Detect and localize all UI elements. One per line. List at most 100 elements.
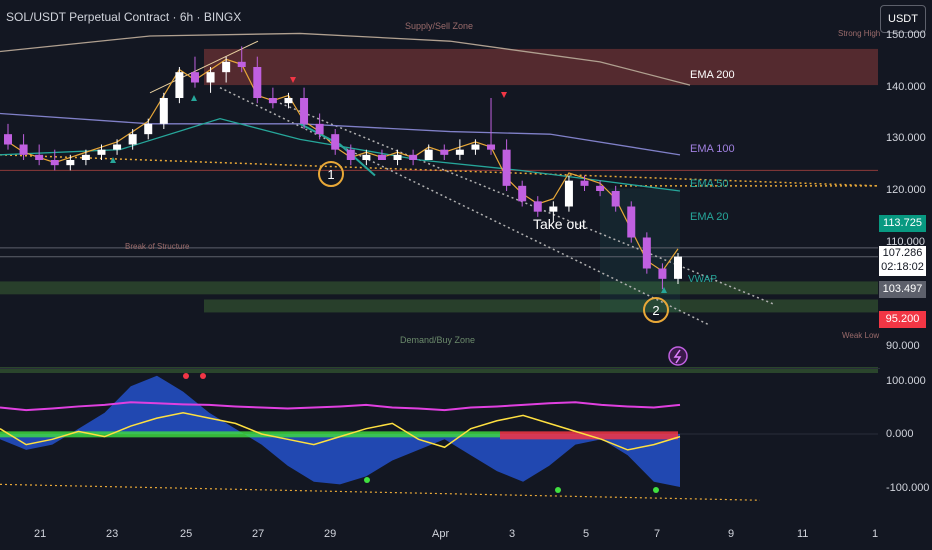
candle-body <box>175 72 184 98</box>
ema200-label: EMA 200 <box>690 69 735 81</box>
candle-body <box>253 67 262 98</box>
candle-body <box>409 154 418 160</box>
y-tick: 90.000 <box>886 340 920 352</box>
osc-tick: -100.000 <box>886 482 930 494</box>
x-tick: 23 <box>106 528 119 540</box>
ema100-line <box>0 112 681 156</box>
osc-dot-0 <box>183 373 189 379</box>
candle-body <box>50 160 59 166</box>
candle-body <box>4 134 12 145</box>
candle-body <box>471 144 480 150</box>
signal-arrow-2 <box>110 157 116 163</box>
candle-body <box>627 206 636 238</box>
price-chart[interactable]: 12 <box>0 0 932 550</box>
osc-tick: 100.000 <box>886 375 926 387</box>
candle-body <box>440 149 449 155</box>
ema20-line <box>7 58 679 272</box>
low-price-box: 95.200 <box>879 311 926 328</box>
x-tick: 11 <box>797 528 809 540</box>
candle-body <box>533 201 542 212</box>
candle-body <box>658 268 667 279</box>
ema20-price-box: 113.725 <box>879 215 926 232</box>
vwap-label: VWAP <box>688 274 718 285</box>
candle-body <box>549 206 558 212</box>
strong-high-label: Strong High <box>838 29 881 38</box>
osc-magenta-line <box>0 401 681 412</box>
demand-zone-label: Demand/Buy Zone <box>400 335 476 345</box>
candle-body <box>455 149 464 155</box>
candle-body <box>19 144 28 155</box>
chart-title: SOL/USDT Perpetual Contract · 6h · BINGX <box>6 10 242 24</box>
candle-body <box>424 149 433 160</box>
demand-zone-lower <box>204 299 878 313</box>
point-2-label: 2 <box>652 303 659 318</box>
bos-label: Break of Structure <box>125 242 190 251</box>
candle-body <box>284 98 293 104</box>
candle-body <box>206 72 215 83</box>
candle-body <box>487 144 496 150</box>
y-tick: 140.000 <box>886 81 926 93</box>
candle-body <box>237 61 246 67</box>
candle-body <box>518 185 527 202</box>
x-tick: 9 <box>728 528 735 540</box>
osc-dot-4 <box>653 487 659 493</box>
ema100-label: EMA 100 <box>690 143 735 155</box>
y-tick: 120.000 <box>886 184 926 196</box>
candle-body <box>377 154 386 160</box>
osc-dot-1 <box>200 373 206 379</box>
x-tick: 27 <box>252 528 265 540</box>
signal-arrow-1 <box>501 92 507 98</box>
weak-low-label: Weak Low <box>842 331 880 340</box>
candle-body <box>113 144 122 150</box>
candle-body <box>331 134 340 150</box>
current-price: 107.286 <box>882 247 923 259</box>
countdown: 02:18:02 <box>881 261 924 273</box>
x-tick: 5 <box>583 528 590 540</box>
candle-body <box>611 191 620 207</box>
candle-body <box>97 149 106 155</box>
osc-tick: 0.000 <box>886 428 914 440</box>
supply-zone-label: Supply/Sell Zone <box>405 21 474 31</box>
range-box <box>600 188 680 313</box>
candle-body <box>66 160 75 166</box>
x-tick: 29 <box>324 528 337 540</box>
osc-dot-2 <box>364 477 370 483</box>
ema50-label: EMA 50 <box>690 178 729 190</box>
candle-body <box>346 149 355 160</box>
candle-body <box>642 237 651 269</box>
x-tick: 3 <box>509 528 516 540</box>
x-tick: 25 <box>180 528 193 540</box>
candle-body <box>222 61 231 73</box>
candle-body <box>35 154 44 160</box>
candle-body <box>268 98 277 104</box>
ema20-label: EMA 20 <box>690 211 729 223</box>
y-tick: 150.000 <box>886 29 926 41</box>
candle-body <box>300 98 309 124</box>
osc-dot-3 <box>555 487 561 493</box>
x-tick: Apr <box>432 528 450 540</box>
candle-body <box>393 154 402 160</box>
y-tick: 130.000 <box>886 132 926 144</box>
candle-body <box>580 180 589 186</box>
candle-body <box>81 154 90 160</box>
x-tick: 7 <box>654 528 661 540</box>
candle-body <box>564 180 573 207</box>
candle-body <box>144 123 153 135</box>
signal-arrow-3 <box>191 95 197 101</box>
osc-trend <box>0 483 761 501</box>
candle-body <box>159 98 168 124</box>
x-tick: 21 <box>34 528 47 540</box>
candle-body <box>128 134 137 145</box>
candle-body <box>190 72 199 83</box>
vwap-price-box: 103.497 <box>879 281 926 298</box>
candle-body <box>502 149 511 186</box>
candle-body <box>315 123 324 135</box>
pane-separator[interactable] <box>0 368 880 369</box>
x-tick: 1 <box>872 528 879 540</box>
candle-body <box>596 185 605 191</box>
demand-zone <box>0 281 878 295</box>
point-1-label: 1 <box>327 167 334 182</box>
candle-body <box>362 154 371 160</box>
candle-body <box>674 256 682 279</box>
take-out-label: Take out <box>533 216 586 232</box>
